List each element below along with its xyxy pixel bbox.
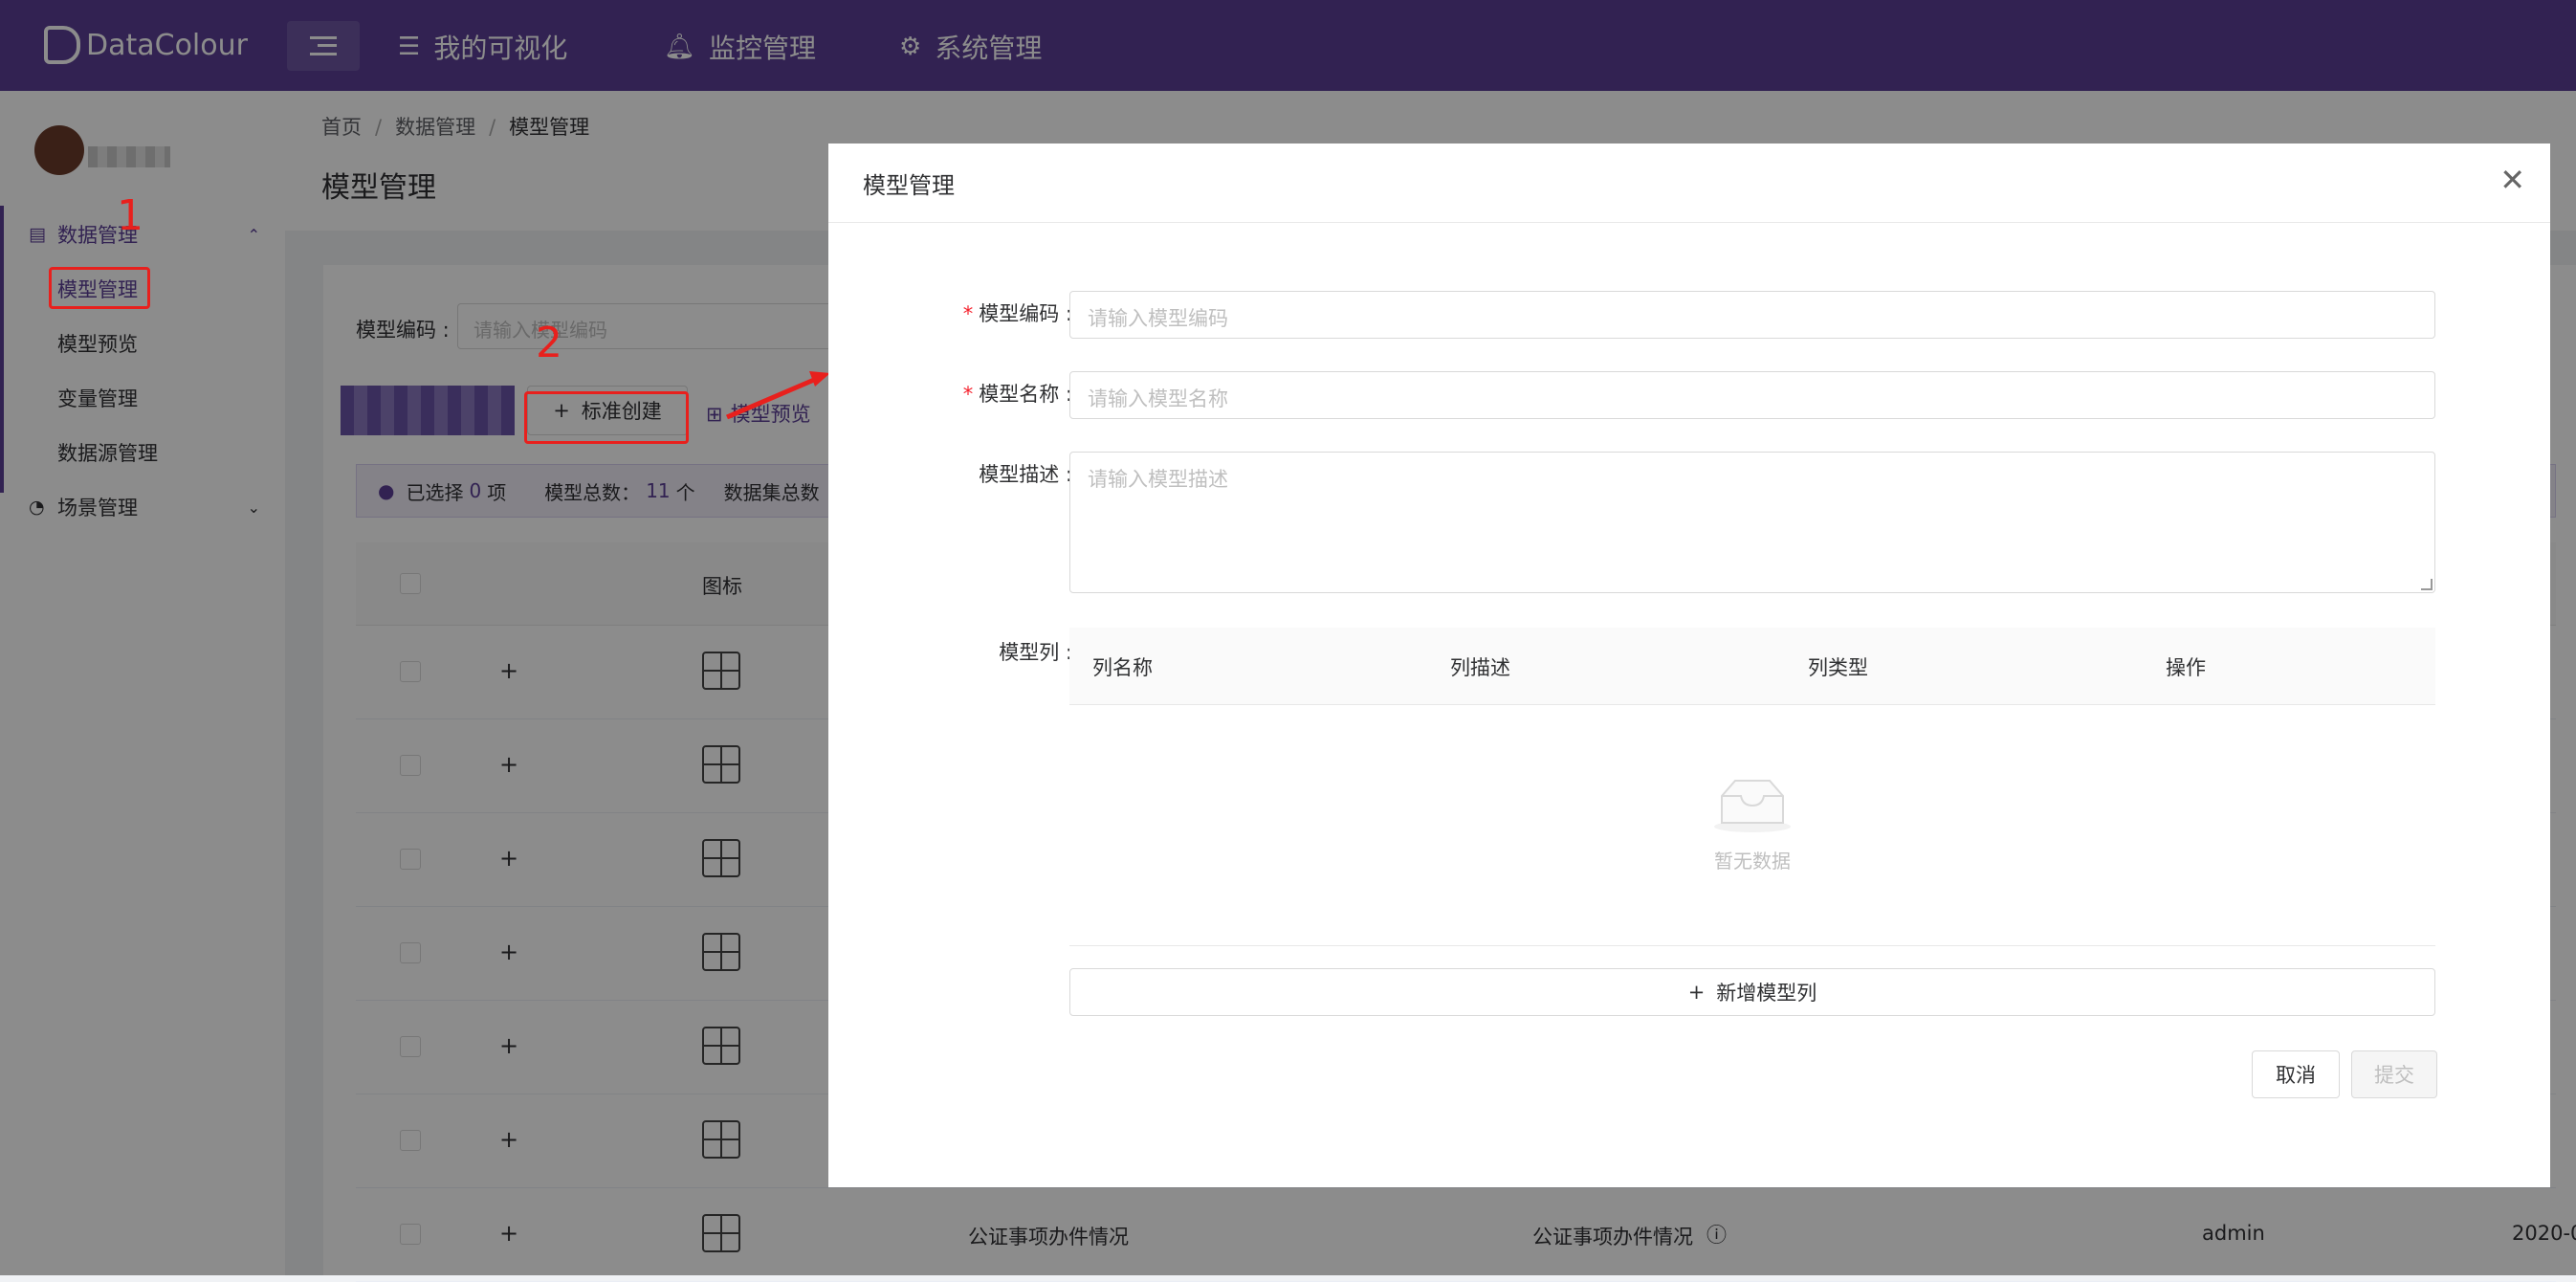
empty-inbox-icon — [1714, 780, 1791, 832]
dialog-header: 模型管理 ✕ — [828, 144, 2550, 223]
label-model-code: * 模型编码 : — [963, 298, 1072, 327]
add-model-column-button[interactable]: + 新增模型列 — [1069, 968, 2435, 1016]
model-name-input[interactable]: 请输入模型名称 — [1069, 371, 2435, 419]
columns-empty-state: 暂无数据 — [1069, 704, 2435, 946]
col-desc-header: 列描述 — [1450, 656, 1510, 679]
model-code-input[interactable]: 请输入模型编码 — [1069, 291, 2435, 339]
close-icon[interactable]: ✕ — [2499, 165, 2525, 195]
columns-table-header: 列名称 列描述 列类型 操作 — [1069, 628, 2435, 705]
required-marker: * — [962, 383, 974, 406]
add-column-label: 新增模型列 — [1716, 982, 1817, 1005]
dialog-title: 模型管理 — [863, 172, 955, 199]
plus-icon: + — [1687, 981, 1706, 1004]
empty-text: 暂无数据 — [1714, 850, 1791, 873]
col-type-header: 列类型 — [1808, 656, 1868, 679]
col-action-header: 操作 — [2166, 656, 2206, 679]
label-model-columns: 模型列 : — [999, 641, 1072, 664]
label-text: 模型编码 : — [979, 302, 1072, 325]
required-marker: * — [962, 302, 974, 325]
model-management-dialog: 模型管理 ✕ * 模型编码 : 请输入模型编码 * 模型名称 : 请输入模型名称 模… — [828, 144, 2550, 1187]
model-desc-textarea[interactable]: 请输入模型描述 — [1069, 452, 2435, 593]
submit-button[interactable]: 提交 — [2351, 1050, 2437, 1098]
label-model-name: * 模型名称 : — [963, 379, 1072, 408]
textarea-placeholder: 请输入模型描述 — [1088, 468, 1228, 491]
label-text: 模型名称 : — [979, 383, 1072, 406]
label-model-desc: 模型描述 : — [979, 463, 1072, 486]
cancel-button[interactable]: 取消 — [2252, 1050, 2340, 1098]
col-name-header: 列名称 — [1092, 656, 1153, 679]
resize-handle-icon[interactable] — [2421, 579, 2433, 590]
